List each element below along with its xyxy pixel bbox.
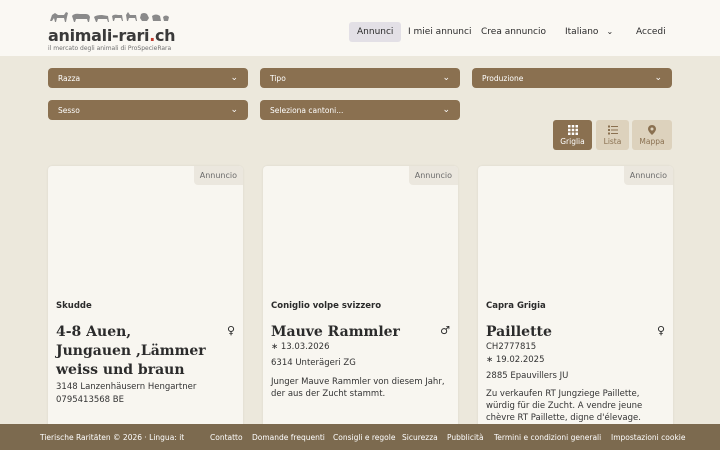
listing-id: CH2777815 — [486, 342, 537, 352]
listing-birth: ∗ 13.03.2026 — [271, 342, 330, 352]
listing-location: 3148 Lanzenhäusern Hengartner — [56, 382, 197, 392]
grid-icon — [567, 124, 578, 135]
listing-title[interactable]: Mauve Rammler — [271, 323, 421, 342]
list-icon — [607, 125, 618, 134]
listing-breed: Capra Grigia — [486, 301, 546, 311]
listing-card[interactable]: Annuncio Capra Grigia Paillette ♀ CH2777… — [478, 166, 673, 450]
filter-produzione[interactable]: Produzione ⌄ — [472, 68, 672, 88]
listing-breed: Coniglio volpe svizzero — [271, 301, 382, 311]
view-list-label: Lista — [603, 136, 622, 146]
listing-birth: ∗ 19.02.2025 — [486, 355, 545, 365]
view-grid-label: Griglia — [560, 136, 585, 146]
listing-breed: Skudde — [56, 301, 92, 311]
filter-tipo-label: Tipo — [270, 73, 286, 83]
nav-my-ads[interactable]: I miei annunci — [408, 27, 471, 37]
view-grid-button[interactable]: Griglia — [553, 120, 592, 150]
chevron-down-icon: ⌄ — [230, 105, 238, 115]
female-icon: ♀ — [656, 324, 665, 337]
listing-badge: Annuncio — [408, 166, 458, 185]
female-icon: ♀ — [226, 324, 235, 337]
listing-badge: Annuncio — [623, 166, 673, 185]
listing-location: 6314 Unterägeri ZG — [271, 358, 356, 368]
footer-link-rules[interactable]: Consigli e regole — [333, 433, 395, 442]
chevron-down-icon: ⌄ — [442, 105, 450, 115]
listing-description: Junger Mauve Rammler von diesem Jahr, de… — [271, 377, 445, 399]
language-selector[interactable]: Italiano ⌄ — [565, 27, 613, 37]
view-map-button[interactable]: Mappa — [632, 120, 672, 150]
site-logo[interactable]: animali-rari.ch il mercato degli animali… — [48, 7, 176, 52]
chevron-down-icon: ⌄ — [230, 73, 238, 83]
logo-tld: ch — [155, 26, 176, 45]
filter-tipo[interactable]: Tipo ⌄ — [260, 68, 460, 88]
footer-link-security[interactable]: Sicurezza — [402, 433, 438, 442]
male-icon: ♂ — [440, 324, 450, 337]
listing-phone: 0795413568 BE — [56, 395, 124, 405]
footer-link-terms[interactable]: Termini e condizioni generali — [494, 433, 601, 442]
footer-link-faq[interactable]: Domande frequenti — [252, 433, 325, 442]
listing-card[interactable]: Annuncio Skudde 4-8 Auen, Jungauen ,Lämm… — [48, 166, 243, 450]
chevron-down-icon: ⌄ — [442, 73, 450, 83]
language-label: Italiano — [565, 27, 599, 37]
listing-location: 2885 Epauvillers JU — [486, 371, 569, 381]
footer-link-advertising[interactable]: Pubblicità — [447, 433, 484, 442]
site-header: animali-rari.ch il mercato degli animali… — [0, 0, 720, 56]
animals-silhouette-icon — [50, 12, 169, 22]
footer-copyright: Tierische Raritäten © 2026 · Lingua: it — [40, 433, 185, 442]
nav-create-ad[interactable]: Crea annuncio — [481, 27, 546, 37]
listing-title[interactable]: Paillette — [486, 323, 636, 342]
footer-link-contact[interactable]: Contatto — [210, 433, 243, 442]
chevron-down-icon: ⌄ — [606, 27, 614, 36]
login-link[interactable]: Accedi — [636, 27, 666, 37]
listing-description: Zu verkaufen RT Jungziege Paillette, wür… — [486, 389, 643, 423]
listing-title[interactable]: 4-8 Auen, Jungauen ,Lämmer weiss und bra… — [56, 323, 206, 380]
filter-produzione-label: Produzione — [482, 73, 524, 83]
filter-cantoni[interactable]: Seleziona cantoni... ⌄ — [260, 100, 460, 120]
footer-link-cookies[interactable]: Impostazioni cookie — [611, 433, 685, 442]
site-footer: Tierische Raritäten © 2026 · Lingua: it … — [0, 424, 720, 450]
filter-sesso[interactable]: Sesso ⌄ — [48, 100, 248, 120]
view-list-button[interactable]: Lista — [596, 120, 629, 150]
filter-razza-label: Razza — [58, 73, 81, 83]
filter-razza[interactable]: Razza ⌄ — [48, 68, 248, 88]
listing-card[interactable]: Annuncio Coniglio volpe svizzero Mauve R… — [263, 166, 458, 450]
filter-sesso-label: Sesso — [58, 105, 80, 115]
view-map-label: Mappa — [639, 136, 665, 146]
listing-badge: Annuncio — [193, 166, 243, 185]
logo-subtitle: il mercato degli animali di ProSpecieRar… — [48, 45, 172, 52]
map-pin-icon — [648, 124, 656, 135]
nav-annunci[interactable]: Annunci — [349, 22, 402, 42]
logo-name: animali-rari — [48, 26, 150, 45]
filter-cantoni-label: Seleziona cantoni... — [270, 105, 344, 115]
chevron-down-icon: ⌄ — [654, 73, 662, 83]
